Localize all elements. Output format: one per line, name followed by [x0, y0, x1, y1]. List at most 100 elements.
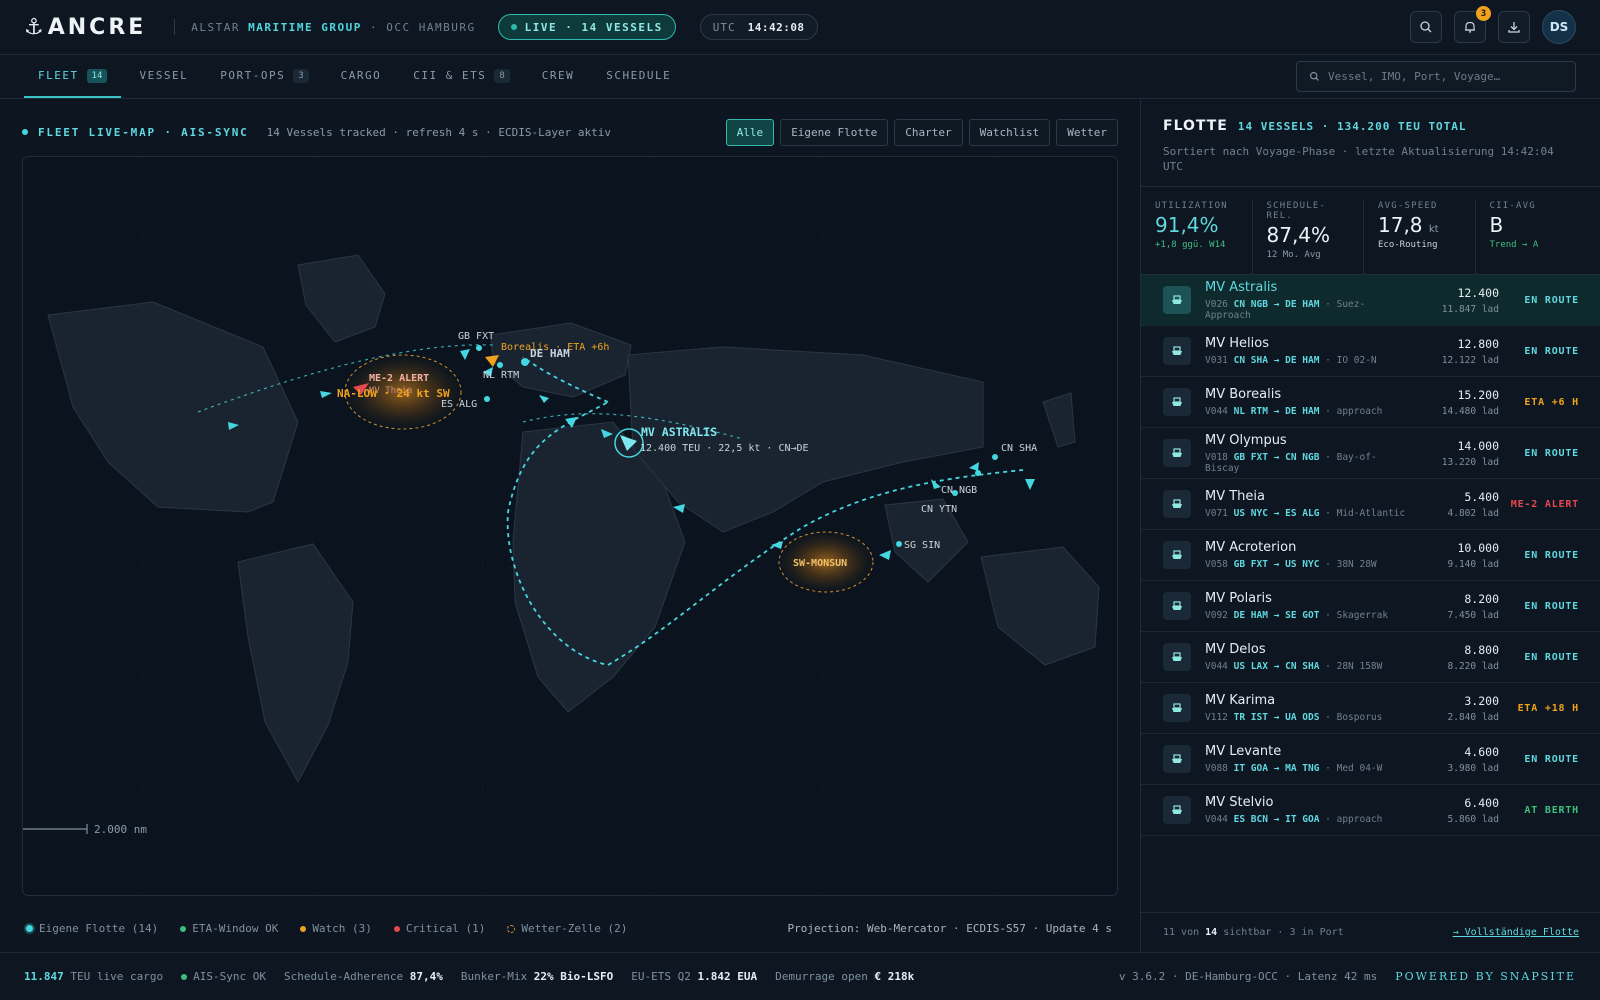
filter-own-fleet-button[interactable]: Eigene Flotte	[780, 118, 889, 146]
vessel-row[interactable]: MV Olympus V018 GB FXT → CN NGB · Bay-of-…	[1141, 428, 1600, 479]
vessel-name: MV Acroterion	[1205, 540, 1297, 555]
map-title-text: FLEET LIVE-MAP · AIS-SYNC	[38, 125, 249, 139]
voyage-id: V044	[1205, 661, 1228, 672]
ship-icon	[1163, 694, 1191, 722]
vessel-laden: 11.847 lad	[1441, 303, 1499, 315]
vessel-row[interactable]: MV Polaris V092 DE HAM → SE GOT · Skagerr…	[1141, 581, 1600, 632]
kpi-number: B	[1489, 213, 1504, 237]
ship-icon	[1163, 643, 1191, 671]
tab-cii-ets[interactable]: CII & ETS 8	[399, 55, 524, 98]
vessel-row[interactable]: MV Stelvio V044 ES BCN → IT GOA · approac…	[1141, 785, 1600, 836]
clock-time: 14:42:08	[747, 20, 805, 34]
ets-label: EU-ETS Q2	[631, 970, 691, 983]
landmasses	[47, 254, 1100, 784]
vessel-status-badge: EN ROUTE	[1524, 549, 1579, 561]
legend-item: Watch (3)	[300, 922, 372, 935]
ship-icon	[1163, 796, 1191, 824]
vessel-laden: 5.860 lad	[1447, 813, 1499, 825]
label-es-alg: ES ALG	[441, 399, 477, 410]
vessel-row[interactable]: MV Theia V071 US NYC → ES ALG · Mid-Atlan…	[1141, 479, 1600, 530]
bunker-label: Bunker-Mix	[460, 970, 528, 983]
voyage-id: V031	[1205, 355, 1228, 366]
voyage-id: V026	[1205, 298, 1228, 310]
live-status-pill[interactable]: LIVE · 14 VESSELS	[497, 14, 676, 40]
demurrage-value: € 218k	[874, 970, 915, 983]
vessel-row[interactable]: MV Karima V112 TR IST → UA ODS · Bosporus…	[1141, 683, 1600, 734]
full-fleet-link[interactable]: → Vollständige Flotte	[1453, 927, 1579, 938]
voyage-route: US NYC → ES ALG	[1233, 508, 1320, 519]
kpi-unit: kt	[1428, 224, 1439, 235]
search-button[interactable]	[1410, 11, 1442, 43]
fleet-title: FLOTTE	[1163, 118, 1228, 134]
legend-item: Wetter-Zelle (2)	[507, 922, 627, 935]
vessel-marker	[673, 504, 685, 513]
kpi-value: 87,4%	[1267, 223, 1350, 247]
fleet-map[interactable]: GB FXT Borealis · ETA +6h DE HAM NL RTM …	[22, 156, 1118, 896]
land-south-america	[237, 543, 354, 784]
kpi-label: AVG-SPEED	[1378, 201, 1438, 211]
notifications-button[interactable]: 3	[1454, 6, 1491, 43]
vessel-name: MV Delos	[1205, 642, 1266, 657]
kpi-strip: UTILIZATION 91,4% +1,8 ggü. W14 SCHEDULE-R…	[1141, 187, 1600, 275]
port-es-alg	[484, 396, 490, 402]
tab-label: CREW	[541, 69, 575, 82]
scale-bar: 2.000 nm	[23, 823, 147, 836]
user-avatar[interactable]: DS	[1542, 10, 1576, 44]
powered-by[interactable]: POWERED BY SNAPSITE	[1395, 970, 1576, 983]
vessel-row[interactable]: MV Astralis V026 CN NGB → DE HAM · Suez-A…	[1141, 275, 1600, 326]
live-dot-icon	[510, 24, 517, 30]
vessel-name: MV Theia	[1205, 489, 1265, 504]
tab-fleet[interactable]: FLEET 14	[24, 55, 122, 98]
notification-count-badge: 3	[1476, 6, 1491, 21]
port-gb-fxt	[476, 345, 482, 351]
voyage-id: V088	[1205, 763, 1228, 774]
vessel-laden: 9.140 lad	[1447, 558, 1499, 570]
filter-watchlist-button[interactable]: Watchlist	[968, 118, 1051, 146]
vessel-laden: 13.220 lad	[1441, 456, 1499, 468]
label-astralis-name: MV ASTRALIS	[641, 425, 717, 439]
teu-value: 11.847	[24, 970, 64, 983]
voyage-route: NL RTM → DE HAM	[1233, 406, 1320, 417]
tab-vessel[interactable]: VESSEL	[125, 55, 202, 98]
download-button[interactable]	[1498, 11, 1530, 43]
vessel-teu: 3.200	[1464, 693, 1499, 708]
tab-crew[interactable]: CREW	[528, 55, 589, 98]
vessel-laden: 8.220 lad	[1447, 660, 1499, 672]
vessel-laden: 7.450 lad	[1447, 609, 1499, 621]
map-title: FLEET LIVE-MAP · AIS-SYNC	[22, 126, 249, 139]
voyage-route: CN NGB → DE HAM	[1233, 298, 1320, 310]
tab-count-badge: 3	[293, 68, 309, 83]
port-cn-sha	[992, 454, 998, 460]
tab-schedule[interactable]: SCHEDULE	[592, 55, 685, 98]
filter-all-button[interactable]: Alle	[725, 118, 775, 146]
logo[interactable]: ⚓ ANCRE	[24, 15, 146, 40]
tab-cargo[interactable]: CARGO	[327, 55, 396, 98]
vessel-row[interactable]: MV Acroterion V058 GB FXT → US NYC · 38N …	[1141, 530, 1600, 581]
vessel-row[interactable]: MV Levante V088 IT GOA → MA TNG · Med 04-…	[1141, 734, 1600, 785]
voyage-id: V058	[1205, 559, 1228, 570]
top-bar: ⚓ ANCRE ALSTAR MARITIME GROUP · OCC HAMB…	[0, 0, 1600, 55]
vessel-status-badge: ETA +6 H	[1524, 396, 1579, 408]
search-placeholder: Vessel, IMO, Port, Voyage…	[1328, 70, 1501, 83]
ais-ok-dot-icon	[181, 973, 188, 980]
filter-weather-button[interactable]: Wetter	[1056, 118, 1118, 146]
ship-icon	[1163, 490, 1191, 518]
filter-charter-button[interactable]: Charter	[894, 118, 963, 146]
vessel-marker	[460, 349, 470, 360]
vessel-teu: 8.200	[1464, 591, 1499, 606]
vessel-voyage: V018 GB FXT → CN NGB · Bay-of-Biscay	[1205, 452, 1409, 474]
ship-icon	[1163, 592, 1191, 620]
vessel-status-badge: EN ROUTE	[1524, 447, 1579, 459]
legend-label: Wetter-Zelle (2)	[521, 922, 628, 935]
ship-icon	[1163, 286, 1191, 314]
kpi-note: Trend → A	[1489, 240, 1539, 250]
tab-port-ops[interactable]: PORT-OPS 3	[206, 55, 322, 98]
vessel-row[interactable]: MV Borealis V044 NL RTM → DE HAM · approa…	[1141, 377, 1600, 428]
vessel-row[interactable]: MV Helios V031 CN SHA → DE HAM · IO 02-N 1…	[1141, 326, 1600, 377]
label-na-low: NA-LOW · 24 kt SW	[337, 387, 450, 400]
vessel-row[interactable]: MV Delos V044 US LAX → CN SHA · 28N 158W 8…	[1141, 632, 1600, 683]
vessel-teu: 14.000	[1457, 438, 1499, 453]
kpi-number: 17,8	[1378, 213, 1423, 237]
search-input[interactable]: Vessel, IMO, Port, Voyage…	[1296, 61, 1576, 92]
weather-cell-icon	[507, 924, 516, 933]
